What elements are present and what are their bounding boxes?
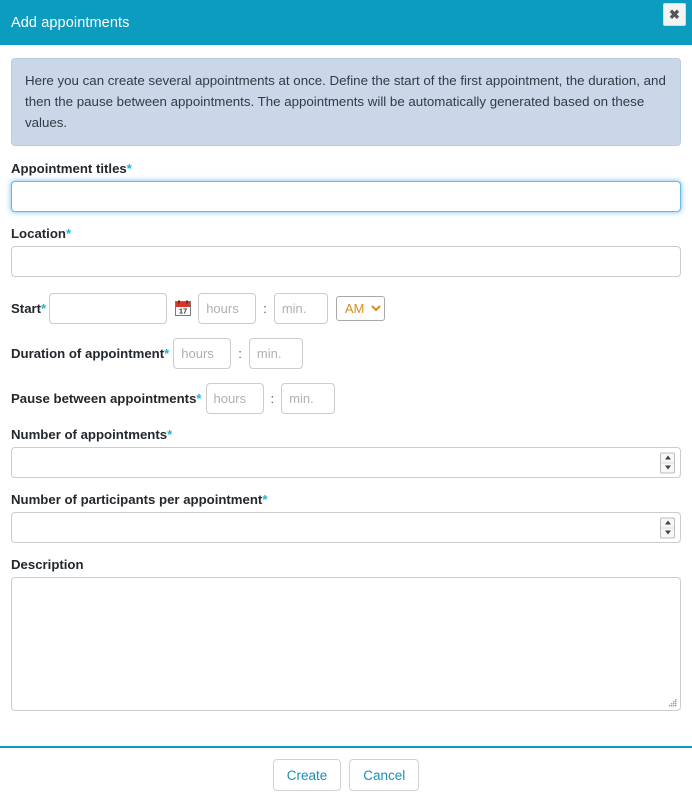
field-start: Start* 17 : AM <box>11 292 681 324</box>
start-label: Start* <box>11 301 46 316</box>
appointment-titles-input[interactable] <box>11 181 681 212</box>
dialog-title: Add appointments <box>11 14 130 31</box>
pause-label: Pause between appointments* <box>11 391 202 406</box>
calendar-icon[interactable]: 17 <box>175 300 192 316</box>
field-number-of-appointments: Number of appointments* <box>11 427 681 478</box>
field-duration: Duration of appointment* : <box>11 337 681 369</box>
duration-time-separator: : <box>238 345 242 361</box>
location-label-text: Location <box>11 226 66 241</box>
appointment-titles-label: Appointment titles* <box>11 161 681 176</box>
required-marker: * <box>262 492 268 507</box>
field-location: Location* <box>11 226 681 277</box>
required-marker: * <box>167 427 173 442</box>
number-of-appointments-label: Number of appointments* <box>11 427 681 442</box>
location-input[interactable] <box>11 246 681 277</box>
duration-minutes-input[interactable] <box>248 337 303 369</box>
participants-per-appointment-label-text: Number of participants per appointment <box>11 492 263 507</box>
stepper-up-icon[interactable] <box>661 453 674 463</box>
participants-per-appointment-label: Number of participants per appointment* <box>11 492 681 507</box>
number-of-appointments-label-text: Number of appointments <box>11 427 168 442</box>
duration-hours-input[interactable] <box>173 337 232 369</box>
pause-minutes-input[interactable] <box>281 382 336 414</box>
stepper-up-icon[interactable] <box>661 518 674 528</box>
stepper-down-icon[interactable] <box>661 463 674 472</box>
svg-text:17: 17 <box>179 307 187 316</box>
field-description: Description <box>11 557 681 711</box>
number-of-appointments-wrap <box>11 447 681 478</box>
required-marker: * <box>65 226 72 241</box>
dialog-header: Add appointments ✖ <box>0 0 692 45</box>
required-marker: * <box>164 345 170 361</box>
description-label: Description <box>11 557 84 572</box>
info-banner: Here you can create several appointments… <box>11 58 681 146</box>
field-participants-per-appointment: Number of participants per appointment* <box>11 492 681 543</box>
start-hours-input[interactable] <box>198 292 257 324</box>
number-of-appointments-stepper[interactable] <box>660 452 675 473</box>
appointment-titles-label-text: Appointment titles <box>11 161 127 176</box>
required-marker: * <box>41 300 47 316</box>
description-wrap <box>11 577 681 711</box>
start-minutes-input[interactable] <box>273 292 328 324</box>
duration-label: Duration of appointment* <box>11 346 169 361</box>
participants-per-appointment-input[interactable] <box>11 512 681 543</box>
dialog-body: Here you can create several appointments… <box>0 45 692 746</box>
duration-label-text: Duration of appointment <box>11 345 165 361</box>
participants-per-appointment-stepper[interactable] <box>660 517 675 538</box>
participants-per-appointment-wrap <box>11 512 681 543</box>
start-ampm-select[interactable]: AM <box>335 295 385 321</box>
required-marker: * <box>126 161 132 176</box>
start-date-input[interactable] <box>49 292 168 324</box>
number-of-appointments-input[interactable] <box>11 447 681 478</box>
add-appointments-dialog: Add appointments ✖ Here you can create s… <box>0 0 692 802</box>
cancel-button[interactable]: Cancel <box>349 759 420 791</box>
location-label: Location* <box>11 226 681 241</box>
required-marker: * <box>196 390 202 406</box>
description-textarea[interactable] <box>11 577 681 711</box>
field-pause: Pause between appointments* : <box>11 382 681 414</box>
pause-label-text: Pause between appointments <box>11 390 197 406</box>
close-icon[interactable]: ✖ <box>663 3 686 26</box>
start-label-text: Start <box>11 300 42 316</box>
pause-time-separator: : <box>270 390 275 406</box>
field-appointment-titles: Appointment titles* <box>11 161 681 212</box>
start-time-separator: : <box>263 300 267 316</box>
pause-hours-input[interactable] <box>205 382 264 414</box>
stepper-down-icon[interactable] <box>661 528 674 537</box>
dialog-footer: Create Cancel <box>0 746 692 802</box>
create-button[interactable]: Create <box>272 759 342 791</box>
